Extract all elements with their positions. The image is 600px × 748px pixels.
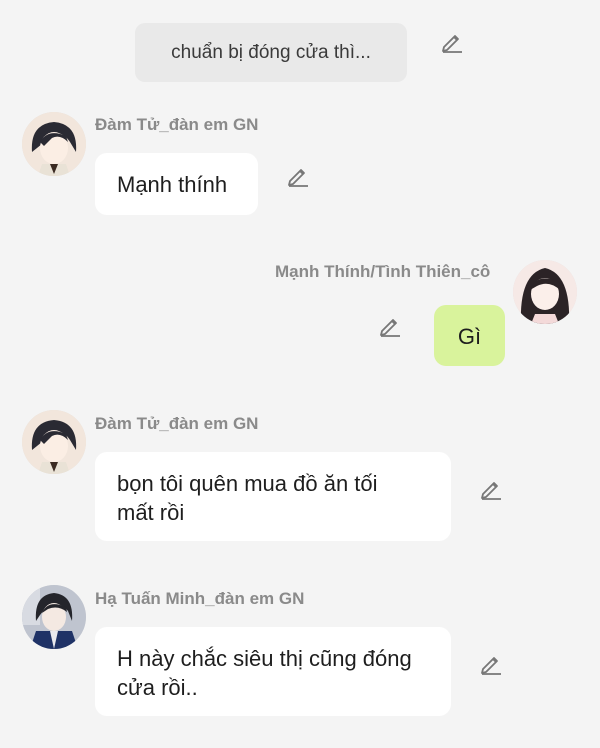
message-bubble[interactable]: Mạnh thính <box>95 153 258 215</box>
message-text-line: H này chắc siêu thị cũng đóng <box>117 646 412 671</box>
pencil-edit-icon[interactable] <box>378 314 402 338</box>
message-text: Mạnh thính <box>117 172 228 197</box>
sender-name: Hạ Tuấn Minh_đàn em GN <box>95 589 305 608</box>
message-text: Gì <box>457 324 482 349</box>
avatar[interactable] <box>22 410 86 474</box>
message-text-line: cửa rồi.. <box>117 675 198 700</box>
avatar[interactable] <box>513 260 577 324</box>
message-text-line: bọn tôi quên mua đồ ăn tối <box>117 471 378 496</box>
sender-name: Đàm Tử_đàn em GN <box>95 115 259 134</box>
pencil-edit-icon[interactable] <box>479 477 503 501</box>
pencil-edit-icon[interactable] <box>440 30 464 54</box>
message-bubble[interactable]: H này chắc siêu thị cũng đóng cửa rồi.. <box>95 627 451 716</box>
avatar[interactable] <box>22 585 86 649</box>
sender-name: Mạnh Thính/Tình Thiên_cô <box>275 262 491 281</box>
narration-bubble[interactable]: chuẩn bị đóng cửa thì... <box>135 23 407 82</box>
avatar[interactable] <box>22 112 86 176</box>
message-text-line: mất rồi <box>117 500 185 525</box>
narration-text: chuẩn bị đóng cửa thì... <box>171 41 371 63</box>
message-bubble[interactable]: bọn tôi quên mua đồ ăn tối mất rồi <box>95 452 451 541</box>
pencil-edit-icon[interactable] <box>286 164 310 188</box>
sender-name: Đàm Tử_đàn em GN <box>95 414 259 433</box>
message-bubble[interactable]: Gì <box>434 305 505 366</box>
pencil-edit-icon[interactable] <box>479 652 503 676</box>
